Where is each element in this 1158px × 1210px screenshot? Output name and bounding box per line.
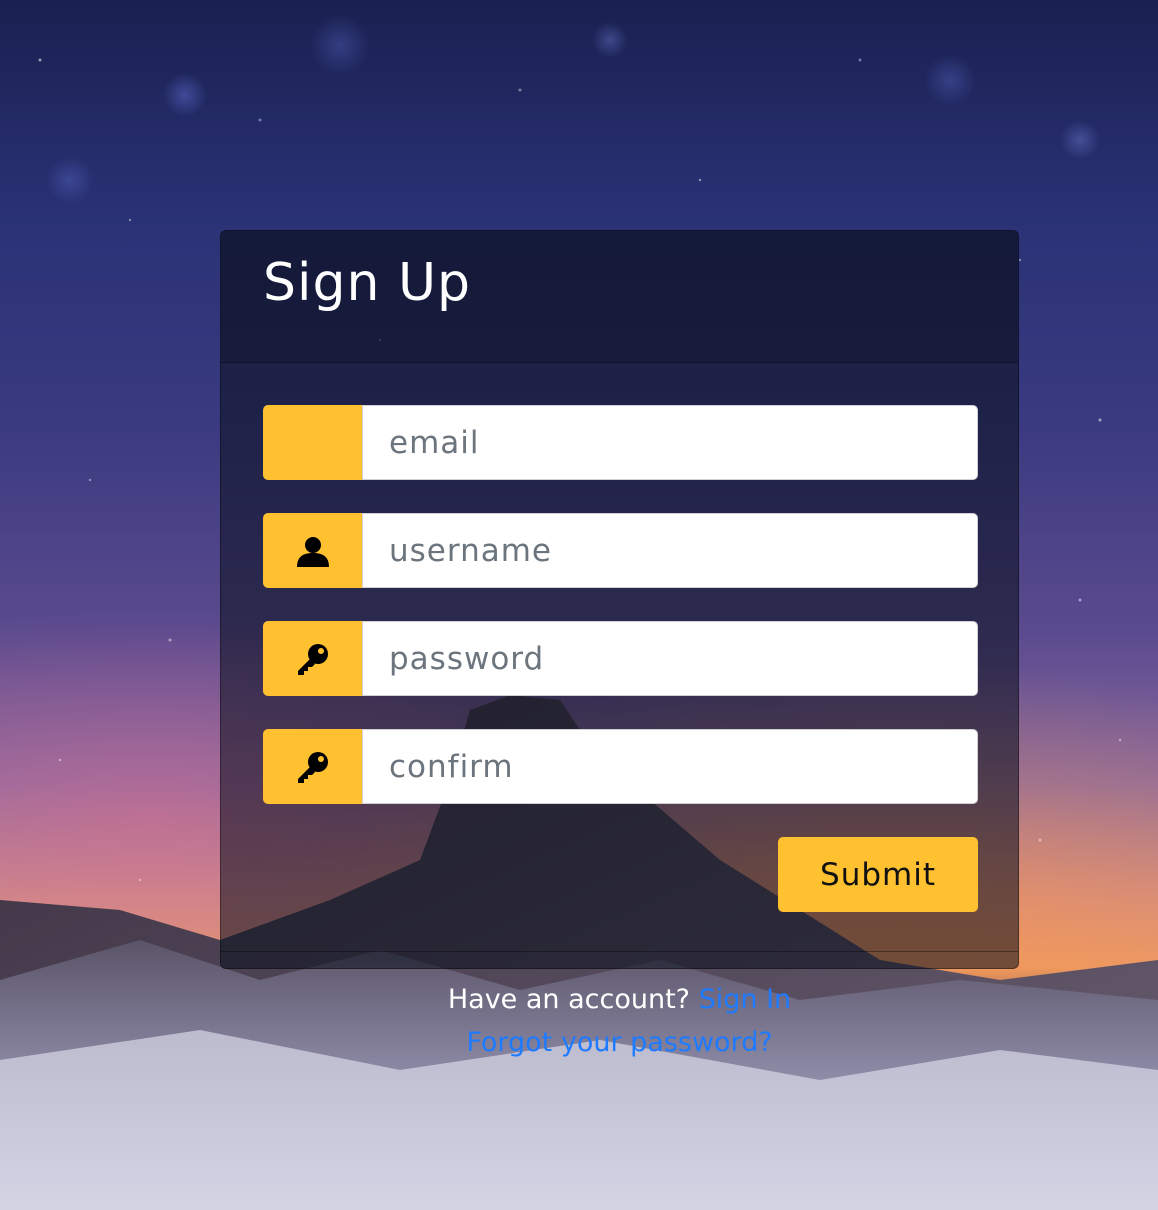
key-icon: [263, 621, 362, 696]
password-field-group: [263, 621, 978, 696]
email-field[interactable]: [362, 405, 978, 480]
forgot-password-line: Forgot your password?: [220, 1021, 1019, 1064]
confirm-field-group: [263, 729, 978, 804]
forgot-password-link[interactable]: Forgot your password?: [466, 1027, 772, 1058]
username-field-group: [263, 513, 978, 588]
signup-card: Sign Up email username Submit: [220, 230, 1019, 969]
auth-links: Have an account? Sign In Forgot your pas…: [220, 978, 1019, 1064]
have-account-text: Have an account?: [447, 984, 690, 1015]
card-footer-divider: [221, 951, 1018, 952]
key-icon: [263, 729, 362, 804]
submit-button[interactable]: Submit: [778, 837, 978, 912]
sign-in-line: Have an account? Sign In: [220, 978, 1019, 1021]
confirm-password-field[interactable]: [362, 729, 978, 804]
password-field[interactable]: [362, 621, 978, 696]
card-header: Sign Up: [221, 231, 1018, 363]
user-icon: [263, 513, 362, 588]
page-background: Sign Up email username Submit Have an ac…: [0, 0, 1158, 1210]
sign-in-link[interactable]: Sign In: [699, 984, 792, 1015]
page-title: Sign Up: [263, 253, 472, 313]
email-field-group: [263, 405, 978, 480]
username-field[interactable]: [362, 513, 978, 588]
envelope-icon: [263, 405, 362, 480]
